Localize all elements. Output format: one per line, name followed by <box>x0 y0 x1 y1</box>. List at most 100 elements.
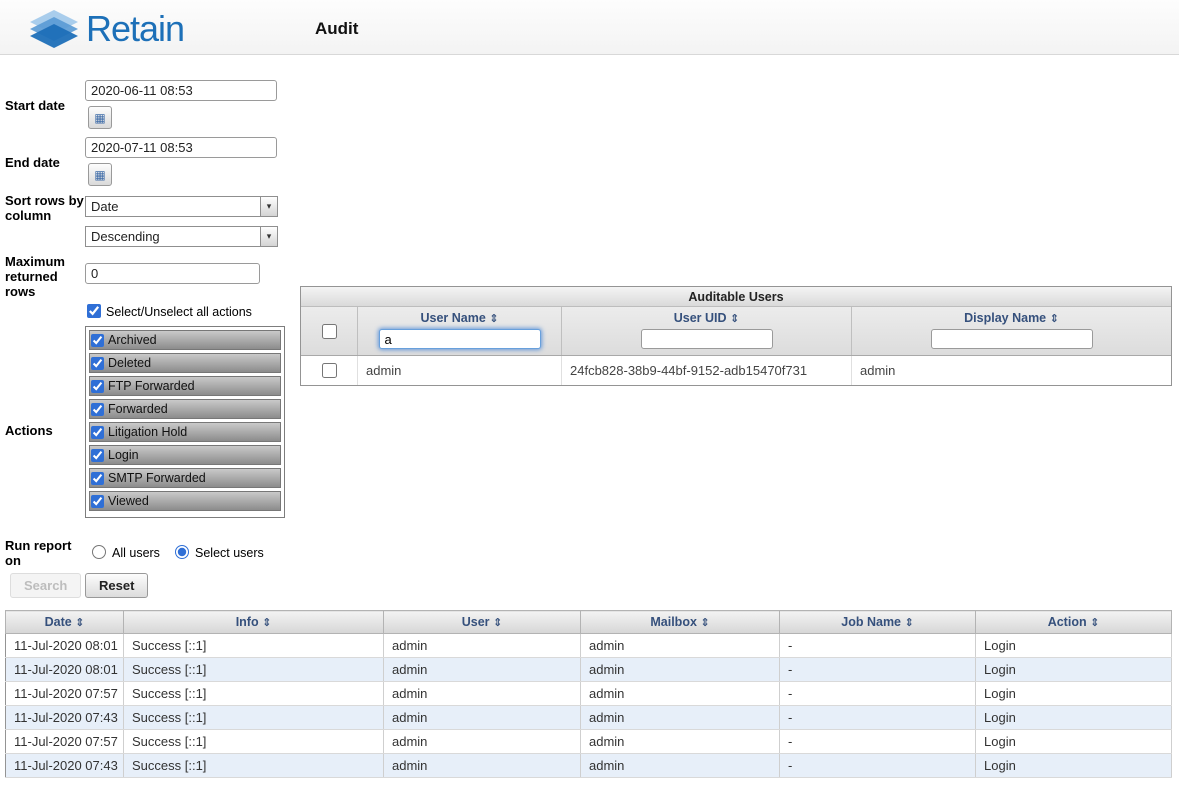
mailbox-cell: admin <box>581 658 780 682</box>
action-checkbox[interactable] <box>91 403 104 416</box>
start-date-calendar-button[interactable]: ▦ <box>88 106 112 129</box>
action-item-archived[interactable]: Archived <box>89 330 281 350</box>
action-cell: Login <box>976 706 1172 730</box>
info-cell: Success [::1] <box>124 682 384 706</box>
select-users-radio-label: Select users <box>195 546 264 561</box>
job-name-cell: - <box>780 682 976 706</box>
col-user-uid[interactable]: User UID ⇕ <box>561 307 851 355</box>
action-label: SMTP Forwarded <box>108 471 206 485</box>
action-item-ftp-forwarded[interactable]: FTP Forwarded <box>89 376 281 396</box>
table-row: 11-Jul-2020 07:57 Success [::1] admin ad… <box>6 682 1172 706</box>
date-cell: 11-Jul-2020 08:01 <box>6 658 124 682</box>
display-name-filter-input[interactable] <box>931 329 1093 349</box>
action-label: Login <box>108 448 139 462</box>
action-label: Litigation Hold <box>108 425 187 439</box>
results-col-mailbox[interactable]: Mailbox ⇕ <box>581 611 780 634</box>
results-col-job-name[interactable]: Job Name ⇕ <box>780 611 976 634</box>
action-checkbox[interactable] <box>91 357 104 370</box>
select-all-users-checkbox[interactable] <box>322 324 337 339</box>
user-cell: admin <box>384 730 581 754</box>
select-users-radio[interactable] <box>175 545 189 559</box>
results-col-info[interactable]: Info ⇕ <box>124 611 384 634</box>
run-report-label: Run report on <box>5 538 85 568</box>
action-item-litigation-hold[interactable]: Litigation Hold <box>89 422 281 442</box>
action-item-forwarded[interactable]: Forwarded <box>89 399 281 419</box>
auditable-user-row[interactable]: admin 24fcb828-38b9-44bf-9152-adb15470f7… <box>301 355 1171 385</box>
user-checkbox-cell <box>301 363 357 378</box>
col-display-name[interactable]: Display Name ⇕ <box>851 307 1171 355</box>
auditable-users-panel: Auditable Users User Name ⇕ User UID ⇕ <box>300 286 1172 386</box>
dropdown-arrow-icon: ▾ <box>260 227 277 246</box>
action-label: Deleted <box>108 356 151 370</box>
user-name-filter-input[interactable] <box>379 329 541 349</box>
select-all-users-cell <box>301 307 357 355</box>
action-item-smtp-forwarded[interactable]: SMTP Forwarded <box>89 468 281 488</box>
col-label: User <box>462 615 490 629</box>
col-user-name[interactable]: User Name ⇕ <box>357 307 561 355</box>
mailbox-cell: admin <box>581 706 780 730</box>
info-cell: Success [::1] <box>124 754 384 778</box>
user-select-checkbox[interactable] <box>322 363 337 378</box>
sort-icon: ⇕ <box>75 617 84 629</box>
user-uid-filter-input[interactable] <box>641 329 773 349</box>
audit-page: Retain Audit Start date ▦ End date ▦ Sor… <box>0 0 1179 787</box>
all-users-radio-label: All users <box>112 546 160 561</box>
end-date-calendar-button[interactable]: ▦ <box>88 163 112 186</box>
end-date-input[interactable] <box>85 137 277 158</box>
user-uid-cell: 24fcb828-38b9-44bf-9152-adb15470f731 <box>561 356 851 385</box>
sort-column-value: Date <box>86 199 260 214</box>
table-row: 11-Jul-2020 08:01 Success [::1] admin ad… <box>6 658 1172 682</box>
results-col-action[interactable]: Action ⇕ <box>976 611 1172 634</box>
sort-column-select[interactable]: Date ▾ <box>85 196 278 217</box>
action-checkbox[interactable] <box>91 334 104 347</box>
sort-direction-select[interactable]: Descending ▾ <box>85 226 278 247</box>
action-label: Archived <box>108 333 157 347</box>
action-item-deleted[interactable]: Deleted <box>89 353 281 373</box>
max-rows-input[interactable] <box>85 263 260 284</box>
user-cell: admin <box>384 682 581 706</box>
info-cell: Success [::1] <box>124 634 384 658</box>
col-label: Info <box>236 615 259 629</box>
auditable-users-header: User Name ⇕ User UID ⇕ Display Name ⇕ <box>301 307 1171 355</box>
date-cell: 11-Jul-2020 07:43 <box>6 706 124 730</box>
col-user-uid-label: User UID ⇕ <box>674 311 740 325</box>
user-cell: admin <box>384 754 581 778</box>
results-col-date[interactable]: Date ⇕ <box>6 611 124 634</box>
user-cell: admin <box>384 658 581 682</box>
actions-label: Actions <box>5 423 53 438</box>
mailbox-cell: admin <box>581 730 780 754</box>
select-all-actions-checkbox[interactable] <box>87 304 101 318</box>
all-users-radio[interactable] <box>92 545 106 559</box>
date-cell: 11-Jul-2020 07:57 <box>6 730 124 754</box>
action-checkbox[interactable] <box>91 495 104 508</box>
job-name-cell: - <box>780 706 976 730</box>
sort-icon: ⇕ <box>905 617 914 629</box>
date-cell: 11-Jul-2020 07:43 <box>6 754 124 778</box>
start-date-input[interactable] <box>85 80 277 101</box>
action-cell: Login <box>976 730 1172 754</box>
calendar-icon: ▦ <box>94 111 105 125</box>
sort-rows-label: Sort rows by column <box>5 193 85 223</box>
results-col-user[interactable]: User ⇕ <box>384 611 581 634</box>
reset-button[interactable]: Reset <box>85 573 148 598</box>
action-checkbox[interactable] <box>91 472 104 485</box>
action-item-login[interactable]: Login <box>89 445 281 465</box>
sort-icon: ⇕ <box>730 313 739 325</box>
action-cell: Login <box>976 754 1172 778</box>
action-item-viewed[interactable]: Viewed <box>89 491 281 511</box>
calendar-icon: ▦ <box>94 168 105 182</box>
mailbox-cell: admin <box>581 754 780 778</box>
action-checkbox[interactable] <box>91 380 104 393</box>
search-button[interactable]: Search <box>10 573 81 598</box>
max-rows-label: Maximum returned rows <box>5 254 85 299</box>
sort-icon: ⇕ <box>1090 617 1099 629</box>
mailbox-cell: admin <box>581 682 780 706</box>
user-cell: admin <box>384 706 581 730</box>
sort-icon: ⇕ <box>1050 313 1059 325</box>
action-cell: Login <box>976 658 1172 682</box>
action-checkbox[interactable] <box>91 449 104 462</box>
sort-icon: ⇕ <box>489 313 498 325</box>
actions-listbox: Archived Deleted FTP Forwarded Forwarded… <box>85 326 285 518</box>
action-checkbox[interactable] <box>91 426 104 439</box>
job-name-cell: - <box>780 658 976 682</box>
